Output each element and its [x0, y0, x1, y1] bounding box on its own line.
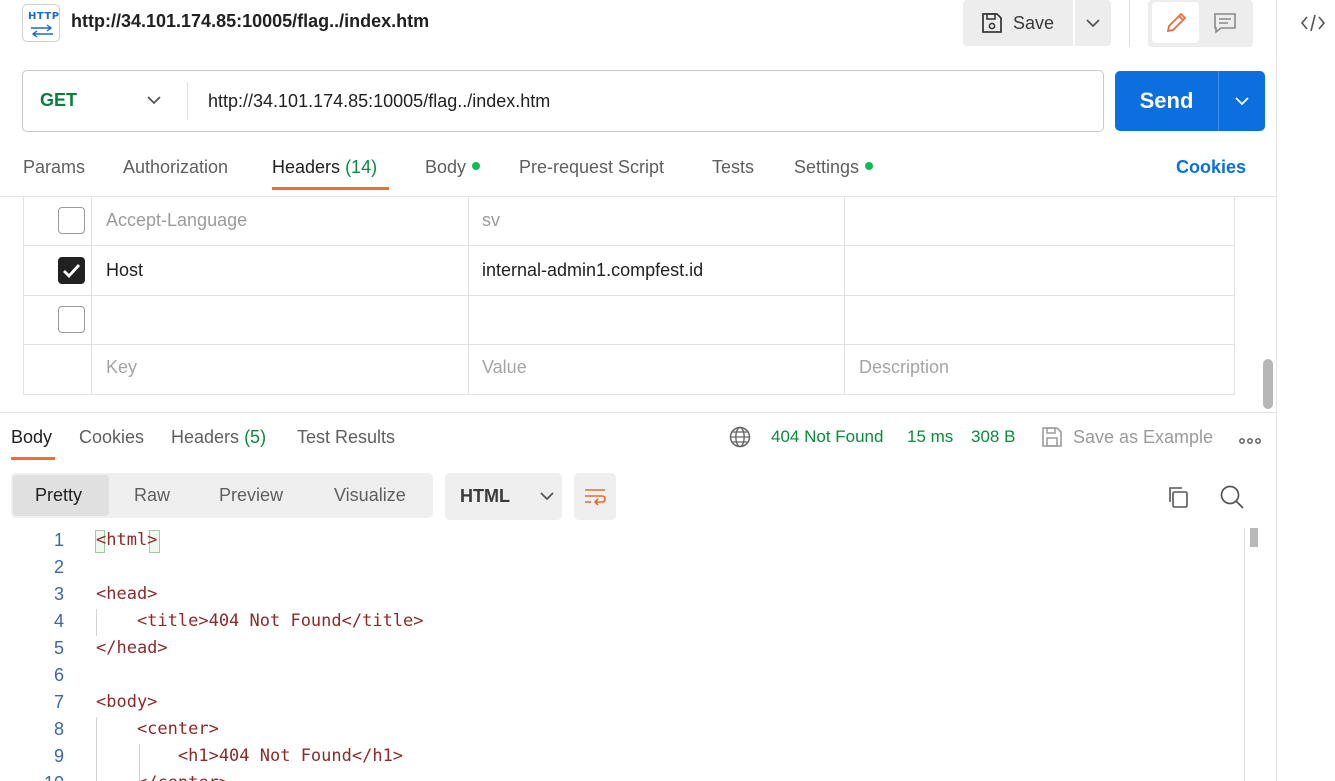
tab-body[interactable]: Body [425, 157, 481, 178]
code-line: 4 <title>404 Not Found</title> [53, 611, 424, 631]
status-dot [472, 162, 481, 171]
method-select[interactable]: GET [40, 90, 77, 111]
copy-icon[interactable] [1166, 485, 1190, 514]
code-line: 9 <h1>404 Not Found</h1> [53, 746, 404, 766]
code-line: 7 <body> [53, 692, 158, 712]
value-placeholder[interactable]: Value [482, 357, 527, 378]
request-title[interactable]: http://34.101.174.85:10005/flag../index.… [71, 11, 429, 32]
code-line: 6 [53, 665, 64, 685]
format-select[interactable]: HTML [445, 473, 562, 520]
response-code-editor[interactable]: 1 <html> 2 3 <head> 4 <title>404 Not Found… [0, 528, 1244, 781]
pane-divider[interactable] [0, 412, 1276, 413]
headers-count: (14) [345, 157, 378, 177]
tab-pre-request-script[interactable]: Pre-request Script [519, 157, 664, 178]
code-line: 8 <center> [53, 719, 219, 739]
tab-response-cookies[interactable]: Cookies [79, 427, 144, 448]
header-enable-checkbox[interactable] [58, 207, 85, 234]
active-tab-indicator [11, 457, 55, 460]
edit-mode-button[interactable] [1152, 2, 1199, 43]
wrap-lines-button[interactable] [574, 473, 616, 520]
chevron-down-icon [1086, 18, 1100, 27]
table-col-divider [91, 197, 92, 395]
code-icon[interactable] [1300, 12, 1326, 39]
more-icon[interactable] [1239, 432, 1261, 450]
code-scrollbar-thumb[interactable] [1250, 528, 1258, 547]
pencil-icon [1166, 12, 1186, 32]
search-icon[interactable] [1219, 484, 1245, 515]
header-value[interactable]: sv [482, 210, 500, 231]
table-col-divider [844, 197, 845, 395]
cookies-link[interactable]: Cookies [1176, 157, 1246, 178]
save-options-button[interactable] [1075, 0, 1111, 46]
header-enable-checkbox[interactable] [58, 257, 85, 284]
key-placeholder[interactable]: Key [106, 357, 137, 378]
view-raw[interactable]: Raw [134, 485, 170, 506]
header-key[interactable]: Host [106, 260, 143, 281]
view-visualize[interactable]: Visualize [334, 485, 406, 506]
code-scrollbar-track [1244, 528, 1245, 781]
status-dot [865, 162, 874, 171]
code-line: 5 </head> [53, 638, 168, 658]
table-col-divider [468, 197, 469, 395]
tab-response-headers[interactable]: Headers (5) [171, 427, 266, 448]
response-time[interactable]: 15 ms [907, 427, 953, 447]
header-key[interactable]: Accept-Language [106, 210, 247, 231]
send-button[interactable]: Send [1115, 71, 1218, 131]
active-tab-indicator [272, 187, 389, 190]
code-line: 10 </center> [0, 771, 1244, 781]
code-line: 3 <head> [53, 584, 158, 604]
chevron-down-icon [1235, 96, 1249, 105]
tab-response-body[interactable]: Body [11, 427, 52, 448]
tab-test-results[interactable]: Test Results [297, 427, 395, 448]
header-enable-checkbox[interactable] [58, 306, 85, 333]
divider [1129, 0, 1130, 46]
view-preview[interactable]: Preview [219, 485, 283, 506]
globe-icon[interactable] [729, 426, 751, 453]
comments-button[interactable] [1203, 2, 1247, 43]
code-line: 1 <html> [53, 530, 158, 550]
tab-headers[interactable]: Headers (14) [272, 157, 377, 178]
response-status[interactable]: 404 Not Found [771, 427, 883, 447]
save-icon [982, 13, 1002, 33]
code-line: 2 [53, 557, 64, 577]
checkmark-icon [63, 264, 81, 279]
save-as-example-button[interactable]: Save as Example [1041, 426, 1213, 448]
chevron-down-icon[interactable] [146, 92, 162, 110]
tab-authorization[interactable]: Authorization [123, 157, 228, 178]
chevron-down-icon [540, 492, 554, 501]
wrap-icon [585, 488, 606, 506]
tab-tests[interactable]: Tests [712, 157, 754, 178]
tab-settings[interactable]: Settings [794, 157, 874, 178]
comment-icon [1214, 12, 1236, 34]
save-label: Save [1013, 12, 1055, 33]
divider [187, 82, 188, 120]
table-row-divider [23, 245, 1235, 246]
tab-params[interactable]: Params [23, 157, 85, 178]
url-input[interactable] [208, 89, 1088, 113]
response-size[interactable]: 308 B [971, 427, 1015, 447]
save-button[interactable]: Save [963, 0, 1073, 46]
http-icon: HTTP [22, 4, 60, 42]
view-pretty[interactable]: Pretty [35, 485, 82, 506]
right-rail-divider [1276, 0, 1277, 781]
format-label: HTML [460, 486, 510, 506]
description-placeholder[interactable]: Description [859, 357, 949, 378]
save-as-example-label: Save as Example [1073, 426, 1214, 447]
send-options-button[interactable] [1218, 71, 1265, 131]
response-headers-count: (5) [244, 427, 267, 447]
http-icon-text: HTTP [28, 11, 60, 22]
scrollbar-thumb[interactable] [1263, 359, 1273, 409]
table-row-divider [23, 295, 1235, 296]
header-value[interactable]: internal-admin1.compfest.id [482, 260, 703, 281]
floppy-icon [1042, 427, 1062, 447]
table-row-divider [23, 344, 1235, 345]
